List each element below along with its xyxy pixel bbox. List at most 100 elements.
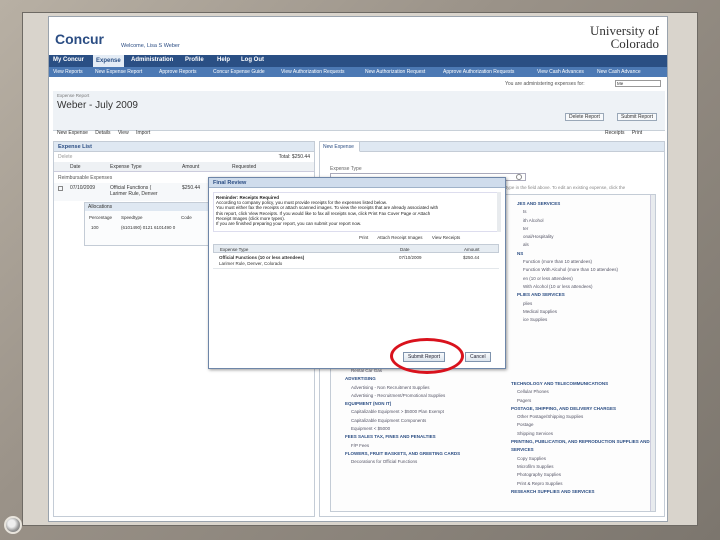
main-nav: My Concur Expense Administration Profile… xyxy=(49,55,667,67)
expense-type-item[interactable]: onal/Hospitality xyxy=(517,233,667,241)
expense-type-label: Expense Type xyxy=(330,166,362,172)
total-amount: Total: $250.44 xyxy=(278,154,310,160)
category-label: JES AND SERVICES xyxy=(517,201,561,206)
row-checkbox[interactable] xyxy=(58,186,63,191)
search-icon[interactable] xyxy=(516,174,522,180)
concur-logo: Concur xyxy=(55,31,104,47)
header: Concur Welcome, Lisa S Weber University … xyxy=(49,17,667,55)
expense-type-item[interactable]: Copy Supplies xyxy=(511,455,667,463)
category-label: SERVICES xyxy=(511,447,534,453)
expense-type-item[interactable]: Postage xyxy=(511,421,667,429)
expense-type-item[interactable]: Photography Supplies xyxy=(511,471,667,479)
import-button[interactable]: Import xyxy=(136,130,150,136)
expense-type-item[interactable]: Shipping Services xyxy=(511,430,667,438)
expense-type-item[interactable]: Capitalizable Equipment Components xyxy=(345,417,505,425)
print-menu[interactable]: Print xyxy=(632,130,642,136)
category-label: TECHNOLOGY AND TELECOMMUNICATIONS xyxy=(511,381,609,386)
report-label: Expense Report xyxy=(57,93,90,98)
message-scrollbar[interactable] xyxy=(497,192,501,232)
expense-type-item[interactable]: Advertising - Non Recruitment Supplies xyxy=(345,384,505,392)
view-receipts-button[interactable]: View Receipts xyxy=(432,235,460,240)
receipt-table-header: Expense Type Date Amount xyxy=(213,244,499,253)
col-requested[interactable]: Requested xyxy=(232,164,256,170)
list-scrollbar[interactable] xyxy=(650,195,655,511)
expense-list-title: Expense List xyxy=(54,142,314,152)
subnav-expense-guide[interactable]: Concur Expense Guide xyxy=(213,69,265,75)
expense-type-item[interactable]: With Alcohol (10 or less attendees) xyxy=(517,283,667,291)
print-fax-button[interactable]: Print xyxy=(359,235,368,240)
welcome-text: Welcome, Lisa S Weber xyxy=(121,43,180,49)
expense-toolbar: New Expense Details View Import xyxy=(57,129,156,138)
details-menu[interactable]: Details xyxy=(95,130,110,136)
expense-type-item[interactable]: ts xyxy=(517,208,667,216)
tab-new-expense[interactable]: New Expense xyxy=(320,142,360,152)
expense-type-item[interactable]: Capitalizable Equipment > $5000 Plan Exe… xyxy=(345,408,505,416)
delete-report-button[interactable]: Delete Report xyxy=(565,113,604,121)
category-label: RESEARCH SUPPLIES AND SERVICES xyxy=(511,488,595,494)
delete-button[interactable]: Delete xyxy=(58,154,72,160)
admin-label: You are administering expenses for: xyxy=(505,81,585,87)
expense-type-column-right-lower: TECHNOLOGY AND TELECOMMUNICATIONS Cellula… xyxy=(511,380,667,496)
expense-type-item[interactable]: Microfilm Supplies xyxy=(511,463,667,471)
nav-my-concur[interactable]: My Concur xyxy=(53,57,84,63)
category-label: ADVERTISING xyxy=(345,376,376,382)
expense-type-column-right: JES AND SERVICES ts ith Alcohol ter onal/Hos… xyxy=(517,200,667,324)
subnav-approve-auth[interactable]: Approve Authorization Requests xyxy=(443,69,514,75)
expense-type-item[interactable]: Other Postage/Shipping Supplies xyxy=(511,413,667,421)
bullet-icon xyxy=(4,516,22,534)
category-label: PRINTING, PUBLICATION, AND REPRODUCTION … xyxy=(511,439,650,445)
category-label: NS xyxy=(517,250,524,256)
expense-type-item[interactable]: ter xyxy=(517,225,667,233)
submit-report-button[interactable]: Submit Report xyxy=(617,113,657,121)
col-expense-type[interactable]: Expense Type xyxy=(110,164,142,170)
col-amount[interactable]: Amount xyxy=(182,164,199,170)
expense-type-item[interactable]: F/P Fees xyxy=(345,442,505,450)
expense-type-item[interactable]: Cellular Phones xyxy=(511,388,667,396)
nav-log-out[interactable]: Log Out xyxy=(241,57,264,63)
nav-administration[interactable]: Administration xyxy=(131,57,173,63)
expense-type-item[interactable]: Decorations for Official Functions xyxy=(345,458,505,466)
subnav-approve-reports[interactable]: Approve Reports xyxy=(159,69,197,75)
subnav-new-cash[interactable]: New Cash Advance xyxy=(597,69,641,75)
receipt-reminder-message: Reminder: Receipts Required According to… xyxy=(213,192,499,232)
view-menu[interactable]: View xyxy=(118,130,129,136)
category-label: FLOWERS, FRUIT BASKETS, AND GREETING CAR… xyxy=(345,450,461,456)
subnav-view-auth[interactable]: View Authorization Requests xyxy=(281,69,345,75)
row-type-location: Larimer Rule, Denver xyxy=(110,191,158,197)
expense-type-item[interactable]: Function (more than 10 attendees) xyxy=(517,258,667,266)
category-label: POSTAGE, SHIPPING, AND DELIVERY CHARGES xyxy=(511,405,617,411)
nav-profile[interactable]: Profile xyxy=(185,57,204,63)
right-toolbar: Receipts Print xyxy=(605,129,648,138)
expense-type-item[interactable]: Print & Repro Supplies xyxy=(511,480,667,488)
subnav-view-reports[interactable]: View Reports xyxy=(53,69,83,75)
nav-expense[interactable]: Expense xyxy=(93,55,124,67)
attach-receipts-button[interactable]: Attach Receipt Images xyxy=(377,235,422,240)
expense-type-item[interactable]: Function With Alcohol (more than 10 atte… xyxy=(517,266,667,274)
final-review-dialog: Final Review Reminder: Receipts Required… xyxy=(208,177,506,369)
row-amount: $250.44 xyxy=(182,185,201,191)
expense-type-item[interactable]: Equipment < $5000 xyxy=(345,425,505,433)
row-date: 07/10/2009 xyxy=(70,185,96,191)
col-date[interactable]: Date xyxy=(70,164,81,170)
university-logo: University of Colorado xyxy=(590,23,659,51)
expense-type-item[interactable]: Medical Supplies xyxy=(517,308,667,316)
table-row[interactable]: Official Functions (10 or less attendees… xyxy=(213,253,499,269)
expense-type-item[interactable]: plies xyxy=(517,300,667,308)
new-expense-button[interactable]: New Expense xyxy=(57,130,88,136)
expense-type-column-left: Rental Car Gas ADVERTISING Advertising - N… xyxy=(345,367,505,467)
nav-help[interactable]: Help xyxy=(217,57,230,63)
expense-type-item[interactable]: en (10 or less attendees) xyxy=(517,275,667,283)
expense-type-item[interactable]: ith Alcohol xyxy=(517,217,667,225)
expense-type-item[interactable]: Pagers xyxy=(511,397,667,405)
expense-type-item[interactable]: als xyxy=(517,241,667,249)
expense-type-item[interactable]: ice Supplies xyxy=(517,316,667,324)
subnav-new-report[interactable]: New Expense Report xyxy=(95,69,142,75)
category-label: PLIES AND SERVICES xyxy=(517,292,565,298)
admin-select[interactable]: Me xyxy=(615,80,661,87)
dialog-cancel-button[interactable]: Cancel xyxy=(465,352,491,362)
subnav-view-cash[interactable]: View Cash Advances xyxy=(537,69,584,75)
subnav-new-auth[interactable]: New Authorization Request xyxy=(365,69,425,75)
category-label: FEES SALES TAX, FINES AND PENALTIES xyxy=(345,434,436,440)
expense-type-item[interactable]: Advertising - Recruitment/Promotional Su… xyxy=(345,392,505,400)
receipts-menu[interactable]: Receipts xyxy=(605,130,624,136)
